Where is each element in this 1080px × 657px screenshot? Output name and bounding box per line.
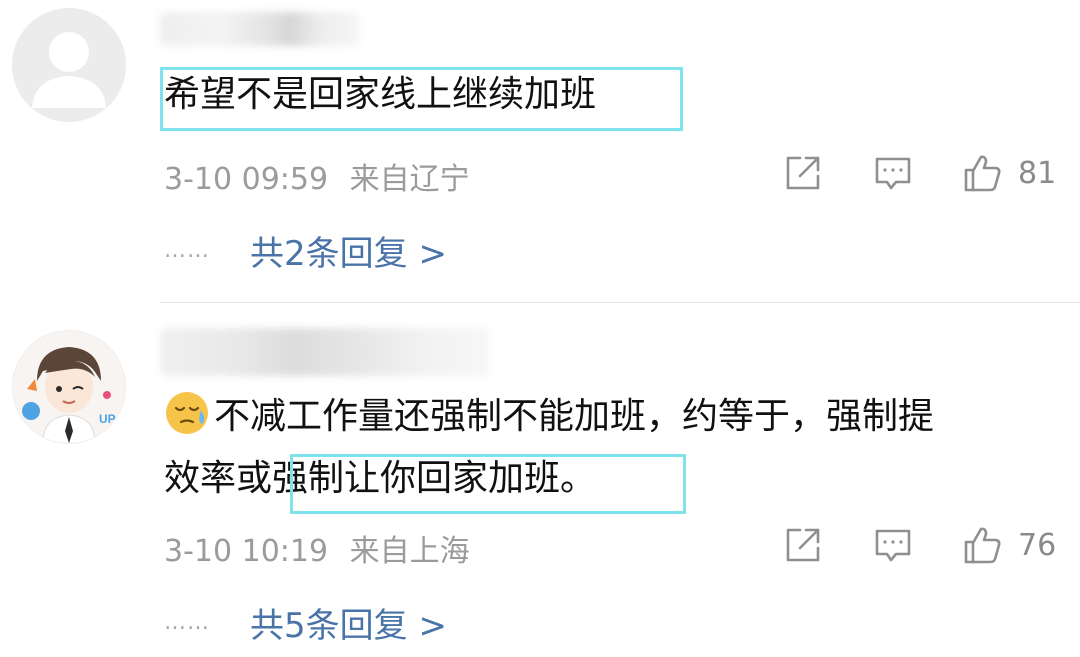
comment-time: 3-10 09:59: [164, 162, 329, 197]
svg-text:UP: UP: [99, 412, 116, 426]
comment-text-line-1: 不减工作量还强制不能加班，约等于，强制提: [164, 386, 934, 448]
divider: [160, 302, 1080, 303]
share-icon[interactable]: [782, 524, 824, 566]
reply-dots: ……: [164, 238, 210, 263]
comment-icon[interactable]: [872, 152, 914, 194]
default-avatar-icon[interactable]: [12, 8, 126, 122]
reply-row: …… 共5条回复 >: [164, 598, 447, 647]
comment-text: 希望不是回家线上继续加班: [164, 74, 597, 115]
share-icon[interactable]: [782, 152, 824, 194]
comment-meta: 3-10 09:59 来自辽宁: [164, 154, 470, 198]
like-count: 76: [1018, 527, 1057, 563]
thumbs-up-icon[interactable]: [962, 152, 1004, 194]
reply-row: …… 共2条回复 >: [164, 226, 447, 275]
comment-item: UP 不减工作量还强制不能加班，约等于，强制提 效率或强制让你回家加班。 3-1…: [0, 304, 1080, 657]
view-replies-link[interactable]: 共2条回复 >: [250, 226, 447, 275]
view-replies-link[interactable]: 共5条回复 >: [250, 598, 447, 647]
comment-actions: 81: [782, 150, 1058, 196]
comment-location: 来自上海: [349, 534, 470, 569]
cartoon-avatar-icon[interactable]: UP: [12, 330, 126, 444]
comment-item: 希望不是回家线上继续加班 3-10 09:59 来自辽宁 81 …… 共2条回复…: [0, 0, 1080, 303]
comment-actions: 76: [782, 522, 1058, 568]
username-blurred[interactable]: [160, 12, 360, 46]
reply-dots: ……: [164, 610, 210, 635]
comment-icon[interactable]: [872, 524, 914, 566]
thumbs-up-icon[interactable]: [962, 524, 1004, 566]
username-blurred[interactable]: [160, 328, 490, 376]
comment-text: 不减工作量还强制不能加班，约等于，强制提 效率或强制让你回家加班。: [164, 386, 934, 510]
like-count: 81: [1018, 155, 1057, 191]
comment-location: 来自辽宁: [349, 162, 470, 197]
comment-meta: 3-10 10:19 来自上海: [164, 526, 470, 570]
comment-text-line-2: 效率或强制让你回家加班。: [164, 458, 597, 499]
comment-time: 3-10 10:19: [164, 534, 329, 569]
sweat-emoji-icon: [164, 390, 210, 436]
